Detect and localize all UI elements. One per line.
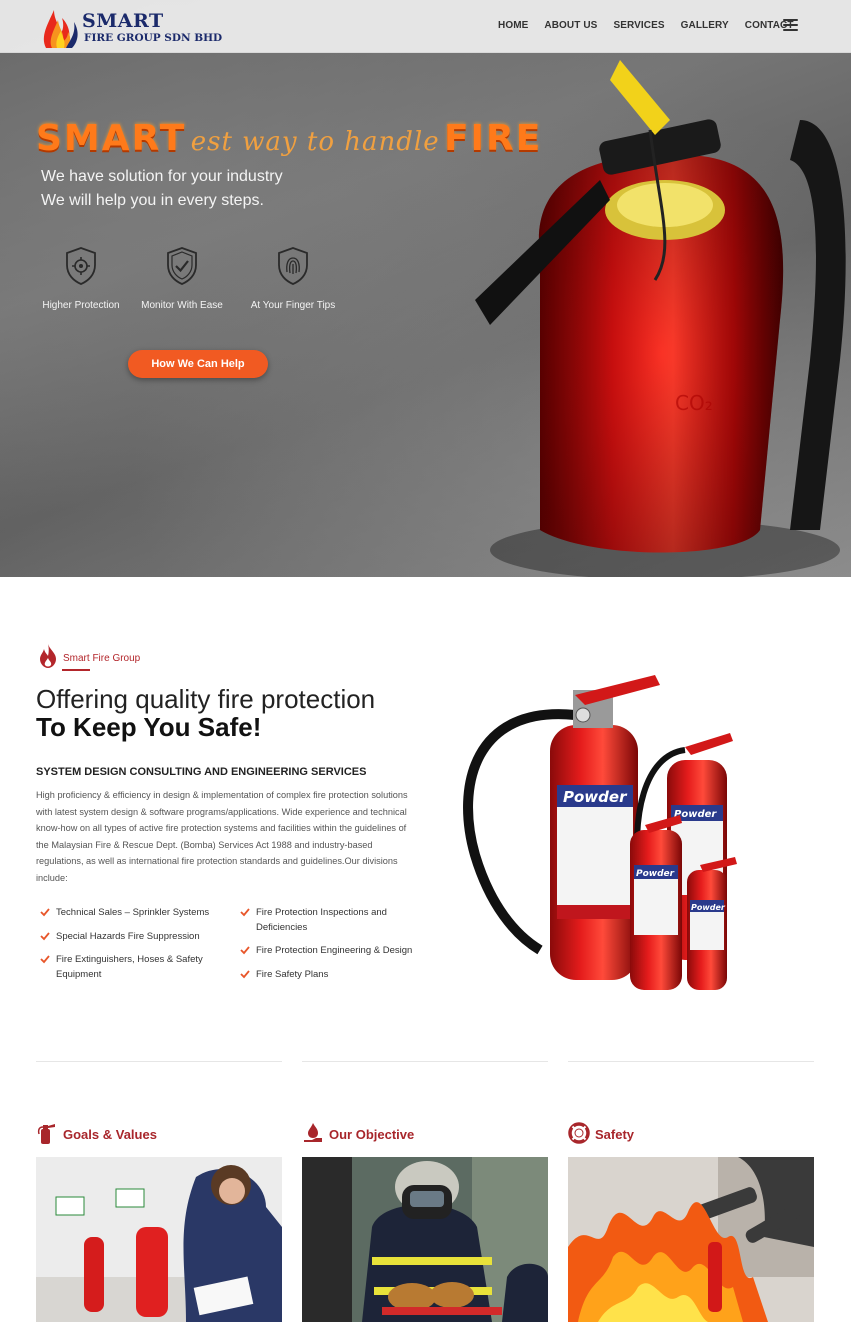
extinguisher-icon: [37, 1124, 55, 1144]
services-list-right: Fire Protection Inspections and Deficien…: [240, 906, 430, 991]
logo-subtitle: FIRE GROUP SDN BHD: [84, 32, 223, 44]
flame-icon: [40, 644, 56, 668]
check-icon: [40, 955, 50, 964]
list-item-text: Fire Extinguishers, Hoses & Safety Equip…: [56, 954, 203, 980]
headline-fire-word-1: SMART: [36, 118, 187, 159]
firefighter-photo: [302, 1157, 548, 1322]
flame-logo-icon: [43, 10, 78, 48]
safety-fire-photo: [568, 1157, 814, 1322]
about-kicker-text: Smart Fire Group: [63, 653, 141, 664]
flame-hand-icon: [304, 1123, 322, 1142]
section-divider: [302, 1061, 548, 1062]
list-item-text: Fire Safety Plans: [256, 968, 329, 980]
svg-text:Powder: Powder: [636, 869, 675, 879]
check-icon: [240, 969, 250, 978]
list-item-text: Fire Protection Inspections and Deficien…: [256, 907, 387, 933]
svg-text:Powder: Powder: [563, 788, 628, 806]
list-item-text: Technical Sales – Sprinkler Systems: [56, 907, 210, 918]
main-nav: HOME ABOUT US SERVICES GALLERY CONTACT: [498, 20, 810, 31]
card-title: Goals & Values: [63, 1127, 157, 1142]
about-subheading: SYSTEM DESIGN CONSULTING AND ENGINEERING…: [36, 766, 367, 778]
nav-gallery[interactable]: GALLERY: [681, 20, 729, 31]
about-paragraph: High proficiency & efficiency in design …: [36, 790, 408, 883]
feature-higher-protection: Higher Protection: [40, 246, 122, 311]
list-item: Fire Extinguishers, Hoses & Safety Equip…: [40, 953, 220, 982]
headline-fire-word-2: FIRE: [444, 118, 543, 159]
list-item: Fire Protection Engineering & Design: [240, 944, 430, 959]
extinguishers-product-image: Powder Powder Powder Powder: [463, 675, 737, 990]
shield-fingerprint-icon: [278, 247, 308, 285]
site-logo[interactable]: SMART FIRE GROUP SDN BHD: [40, 6, 223, 50]
list-item: Fire Protection Inspections and Deficien…: [240, 906, 430, 935]
site-header: SMART FIRE GROUP SDN BHD HOME ABOUT US S…: [0, 0, 851, 53]
goals-values-photo: [36, 1157, 282, 1322]
hero-headline: SMART est way to handle FIRE: [36, 118, 542, 159]
shield-gear-icon: [66, 247, 96, 285]
card-title: Safety: [595, 1127, 635, 1142]
feature-at-your-finger-tips: At Your Finger Tips: [250, 246, 336, 311]
list-item: Technical Sales – Sprinkler Systems: [40, 906, 220, 921]
about-heading-line-2: To Keep You Safe!: [36, 712, 262, 742]
about-heading-line-1: Offering quality fire protection: [36, 684, 376, 714]
section-divider: [568, 1061, 814, 1062]
svg-text:CO₂: CO₂: [675, 391, 713, 415]
check-icon: [240, 908, 250, 917]
list-item: Fire Safety Plans: [240, 968, 430, 983]
feature-label: Monitor With Ease: [141, 300, 223, 311]
kicker-underline: [62, 669, 90, 671]
check-icon: [240, 946, 250, 955]
feature-label: At Your Finger Tips: [250, 300, 336, 311]
lifebuoy-icon: [568, 1122, 590, 1144]
feature-monitor-with-ease: Monitor With Ease: [140, 246, 224, 311]
card-title: Our Objective: [329, 1127, 415, 1142]
shield-check-icon: [167, 247, 197, 285]
how-we-can-help-button[interactable]: How We Can Help: [128, 350, 268, 378]
check-icon: [40, 908, 50, 917]
services-list-left: Technical Sales – Sprinkler Systems Spec…: [40, 906, 220, 991]
hamburger-icon[interactable]: [783, 19, 798, 31]
list-item-text: Special Hazards Fire Suppression: [56, 930, 200, 942]
nav-about-us[interactable]: ABOUT US: [544, 20, 597, 31]
hero-banner: CO₂ SMART est way to handle FIRE We have…: [0, 0, 851, 577]
hero-subline-1: We have solution for your industry: [41, 168, 283, 185]
nav-home[interactable]: HOME: [498, 20, 528, 31]
nav-services[interactable]: SERVICES: [613, 20, 664, 31]
list-item-text: Fire Protection Engineering & Design: [256, 945, 413, 956]
headline-script-text: est way to handle: [190, 127, 440, 157]
hero-subline-2: We will help you in every steps.: [41, 192, 264, 209]
logo-title: SMART: [82, 10, 164, 32]
feature-label: Higher Protection: [42, 300, 120, 311]
list-item: Special Hazards Fire Suppression: [40, 930, 220, 945]
check-icon: [40, 931, 50, 940]
svg-text:Powder: Powder: [691, 903, 726, 912]
section-divider: [36, 1061, 282, 1062]
